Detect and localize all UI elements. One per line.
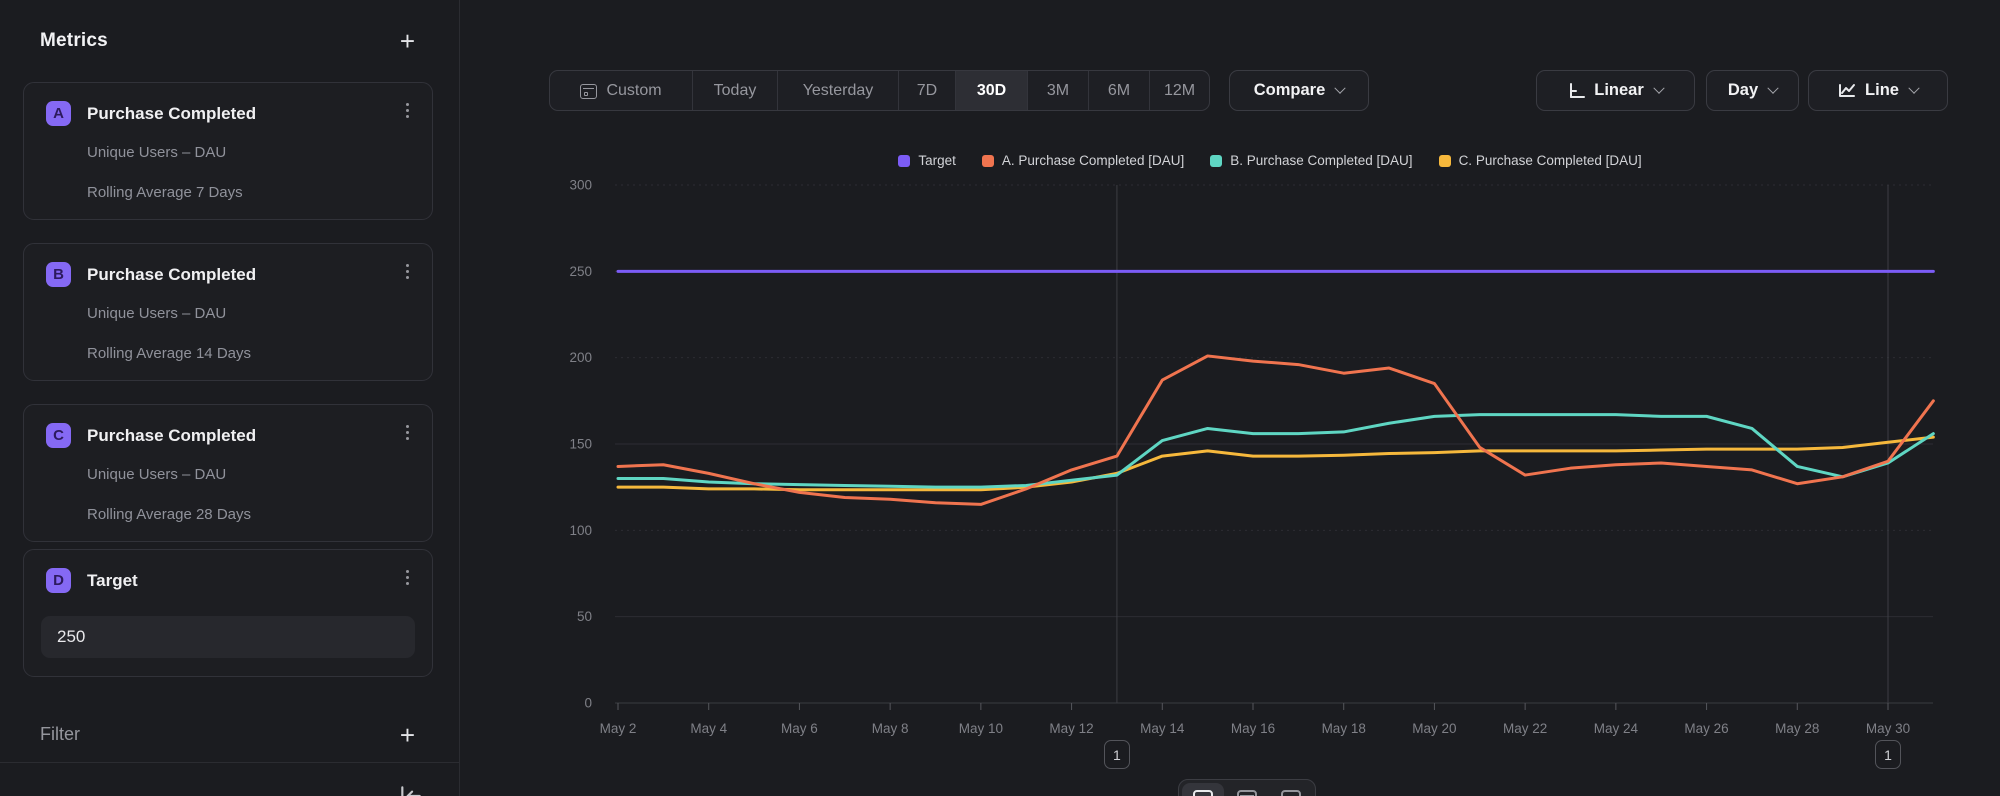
- view-chart-tab[interactable]: [1182, 783, 1224, 796]
- series-line[interactable]: [618, 356, 1933, 504]
- line-chart-icon: [1838, 83, 1856, 98]
- range-today[interactable]: Today: [693, 71, 778, 110]
- metric-title: Purchase Completed: [87, 265, 256, 285]
- chevron-down-icon: [1653, 82, 1664, 93]
- metric-transform: Rolling Average 14 Days: [87, 345, 251, 362]
- range-3m[interactable]: 3M: [1028, 71, 1089, 110]
- granularity-button[interactable]: Day: [1706, 70, 1799, 111]
- svg-text:200: 200: [569, 350, 592, 365]
- table-view-icon: [1281, 790, 1301, 796]
- view-table-tab[interactable]: [1270, 783, 1312, 796]
- chevron-down-icon: [1335, 82, 1346, 93]
- metric-badge: C: [46, 423, 71, 448]
- kebab-menu-icon[interactable]: [400, 103, 414, 123]
- svg-text:May 20: May 20: [1412, 721, 1456, 736]
- sidebar-divider: [0, 762, 460, 763]
- svg-text:100: 100: [569, 523, 592, 538]
- compare-button[interactable]: Compare: [1229, 70, 1369, 111]
- range-custom[interactable]: Custom: [550, 71, 693, 110]
- svg-text:May 14: May 14: [1140, 721, 1185, 736]
- axis-icon: [1568, 83, 1585, 99]
- metric-measure: Unique Users – DAU: [87, 466, 226, 483]
- calendar-icon: [580, 83, 597, 99]
- svg-text:May 26: May 26: [1684, 721, 1728, 736]
- svg-text:May 10: May 10: [959, 721, 1003, 736]
- scale-label: Linear: [1594, 81, 1644, 100]
- metric-title: Purchase Completed: [87, 426, 256, 446]
- metric-badge: A: [46, 101, 71, 126]
- annotation-badge[interactable]: 1: [1875, 740, 1901, 769]
- kebab-menu-icon[interactable]: [400, 425, 414, 445]
- svg-text:May 8: May 8: [872, 721, 909, 736]
- svg-text:May 22: May 22: [1503, 721, 1547, 736]
- svg-text:150: 150: [569, 436, 592, 451]
- svg-text:0: 0: [584, 696, 592, 711]
- collapse-sidebar-icon[interactable]: [398, 783, 424, 796]
- metric-card-a[interactable]: A Purchase Completed Unique Users – DAU …: [23, 82, 433, 220]
- svg-text:May 24: May 24: [1594, 721, 1639, 736]
- chevron-down-icon: [1908, 82, 1919, 93]
- metric-transform: Rolling Average 28 Days: [87, 506, 251, 523]
- kebab-menu-icon[interactable]: [400, 264, 414, 284]
- metrics-sidebar: Metrics + A Purchase Completed Unique Us…: [0, 0, 460, 796]
- split-view-icon: [1237, 790, 1257, 796]
- metric-badge: D: [46, 568, 71, 593]
- svg-text:May 12: May 12: [1049, 721, 1093, 736]
- filter-section: Filter +: [40, 724, 415, 745]
- view-mode-toggle: [1178, 779, 1316, 796]
- compare-label: Compare: [1254, 81, 1326, 100]
- chart-view-icon: [1193, 790, 1213, 796]
- range-6m[interactable]: 6M: [1089, 71, 1150, 110]
- svg-text:May 16: May 16: [1231, 721, 1275, 736]
- svg-text:May 30: May 30: [1866, 721, 1910, 736]
- add-metric-button[interactable]: +: [400, 31, 415, 51]
- metric-title: Target: [87, 571, 138, 591]
- svg-text:May 4: May 4: [690, 721, 727, 736]
- metric-measure: Unique Users – DAU: [87, 144, 226, 161]
- svg-text:May 18: May 18: [1322, 721, 1366, 736]
- range-30d[interactable]: 30D: [956, 71, 1028, 110]
- granularity-label: Day: [1728, 81, 1758, 100]
- chevron-down-icon: [1767, 82, 1778, 93]
- svg-text:250: 250: [569, 264, 592, 279]
- date-range-selector: Custom Today Yesterday 7D 30D 3M 6M 12M: [549, 70, 1210, 111]
- scale-button[interactable]: Linear: [1536, 70, 1695, 111]
- metric-title: Purchase Completed: [87, 104, 256, 124]
- target-card: D Target: [23, 549, 433, 677]
- filter-label: Filter: [40, 724, 80, 745]
- svg-text:May 28: May 28: [1775, 721, 1819, 736]
- metric-badge: B: [46, 262, 71, 287]
- metric-measure: Unique Users – DAU: [87, 305, 226, 322]
- series-line[interactable]: [618, 415, 1933, 488]
- svg-text:May 6: May 6: [781, 721, 818, 736]
- sidebar-title: Metrics: [40, 30, 108, 52]
- add-filter-button[interactable]: +: [400, 725, 415, 745]
- kebab-menu-icon[interactable]: [400, 570, 414, 590]
- chart-type-label: Line: [1865, 81, 1899, 100]
- view-split-tab[interactable]: [1226, 783, 1268, 796]
- metric-transform: Rolling Average 7 Days: [87, 184, 243, 201]
- chart-type-button[interactable]: Line: [1808, 70, 1948, 111]
- target-value-input[interactable]: [41, 616, 415, 658]
- annotation-badge[interactable]: 1: [1104, 740, 1130, 769]
- metric-card-b[interactable]: B Purchase Completed Unique Users – DAU …: [23, 243, 433, 381]
- svg-text:300: 300: [569, 177, 592, 192]
- range-yesterday[interactable]: Yesterday: [778, 71, 899, 110]
- series-line[interactable]: [618, 437, 1933, 490]
- line-chart[interactable]: 0 50 100 150 200 250 300 May 2 May 4 May 6 May 8 Ma…: [540, 130, 2000, 796]
- range-12m[interactable]: 12M: [1150, 71, 1209, 110]
- range-7d[interactable]: 7D: [899, 71, 956, 110]
- metric-card-c[interactable]: C Purchase Completed Unique Users – DAU …: [23, 404, 433, 542]
- svg-text:May 2: May 2: [600, 721, 637, 736]
- sidebar-header: Metrics +: [40, 30, 415, 52]
- svg-text:50: 50: [577, 609, 592, 624]
